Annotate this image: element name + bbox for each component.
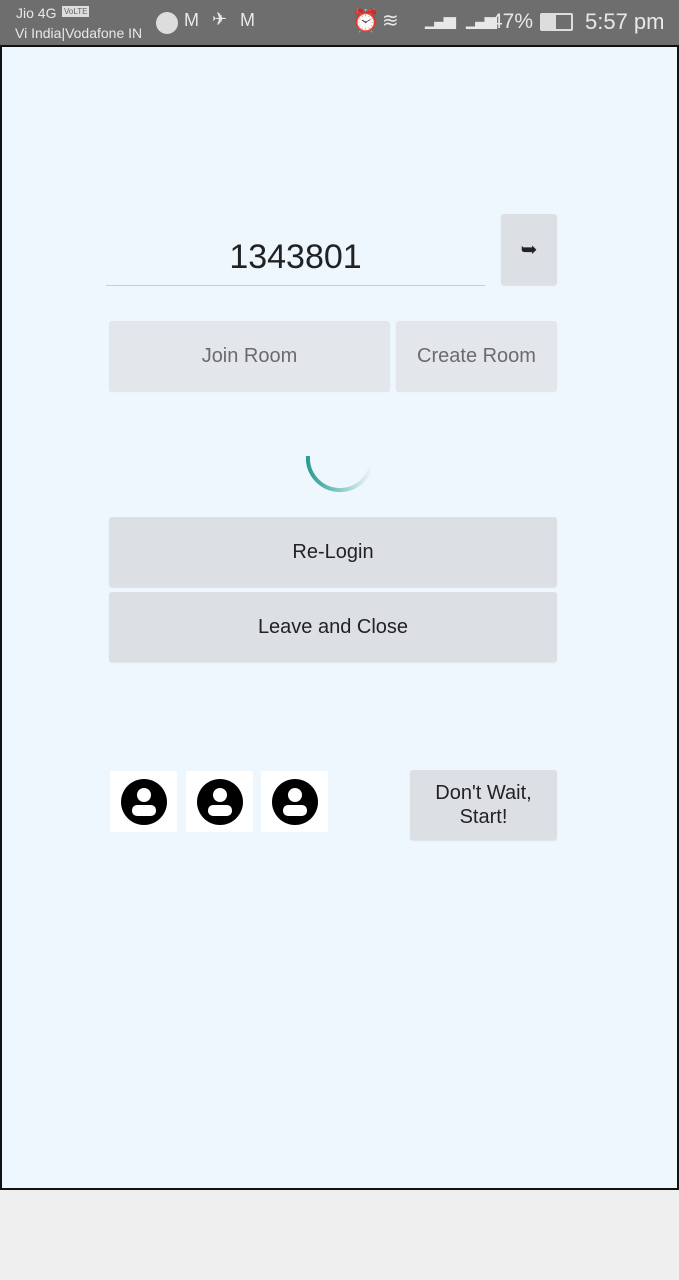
gmail-icon: M xyxy=(240,10,255,30)
room-code-input[interactable]: 1343801 xyxy=(106,230,485,286)
carrier-2: Vi India|Vodafone IN xyxy=(15,25,143,41)
user-avatar-icon xyxy=(271,778,318,825)
loading-spinner xyxy=(305,455,374,492)
signal-icon: ▁▃▅ xyxy=(466,12,497,29)
signal-icon: ▁▃▅ xyxy=(425,12,456,29)
carrier-1: Jio 4G xyxy=(16,5,57,21)
user-avatar-icon xyxy=(120,778,167,825)
volte-badge: VoLTE xyxy=(62,6,90,17)
dont-wait-start-button[interactable]: Don't Wait, Start! xyxy=(410,770,557,840)
start-label-line2: Start! xyxy=(459,806,508,828)
player-avatar xyxy=(186,771,253,832)
status-bar: Jio 4G VoLTE Vi India|Vodafone IN M ✈ M … xyxy=(0,0,679,45)
pin-icon: ✈ xyxy=(212,9,228,29)
battery-percent: 47% xyxy=(491,10,534,33)
battery-icon xyxy=(540,13,573,31)
leave-and-close-button[interactable]: Leave and Close xyxy=(109,592,557,662)
user-avatar-icon xyxy=(196,778,243,825)
go-button[interactable]: ➥ xyxy=(501,214,557,285)
clock: 5:57 pm xyxy=(585,9,665,34)
player-avatar xyxy=(261,771,328,832)
alarm-icon: ⏰ xyxy=(352,8,380,33)
start-label-line1: Don't Wait, xyxy=(435,782,532,804)
wifi-icon: ≋ xyxy=(382,10,399,32)
gmail-icon: M xyxy=(184,10,199,30)
message-icon xyxy=(156,12,178,34)
join-room-button[interactable]: Join Room xyxy=(109,321,390,391)
player-avatar xyxy=(110,771,177,832)
relogin-button[interactable]: Re-Login xyxy=(109,517,557,587)
arrow-right-icon: ➥ xyxy=(520,239,538,261)
create-room-button[interactable]: Create Room xyxy=(396,321,557,391)
